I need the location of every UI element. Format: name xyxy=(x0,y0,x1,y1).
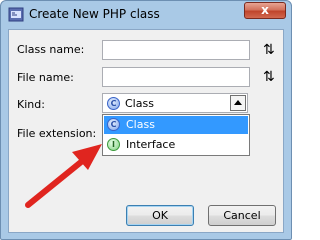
annotation-arrow xyxy=(25,144,102,208)
